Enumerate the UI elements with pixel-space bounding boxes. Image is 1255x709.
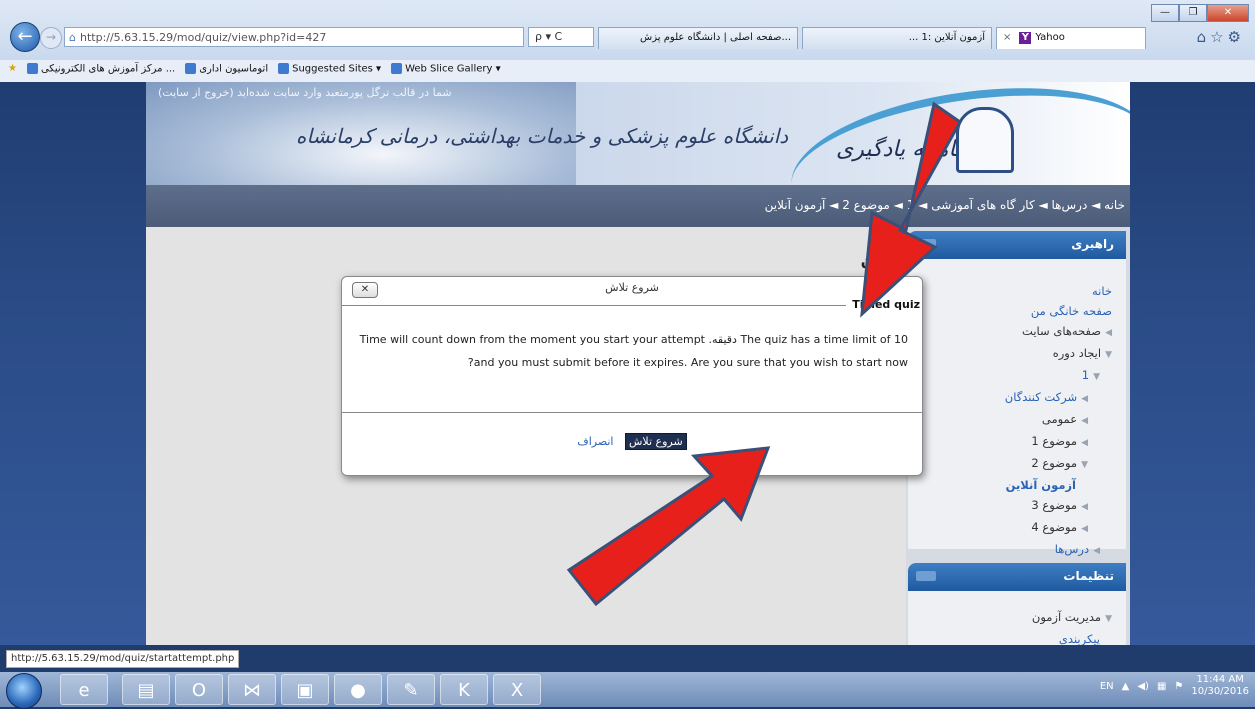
- media-icon[interactable]: ▣: [281, 674, 329, 705]
- kaspersky-icon[interactable]: K: [440, 674, 488, 705]
- language-indicator[interactable]: EN: [1100, 681, 1114, 692]
- show-hidden-icons-icon[interactable]: ▲: [1122, 681, 1130, 692]
- visual-studio-icon[interactable]: ⋈: [228, 674, 276, 705]
- ie-icon[interactable]: e: [60, 674, 108, 705]
- clock-date: 10/30/2016: [1191, 686, 1249, 697]
- annotation-arrows: [566, 101, 962, 607]
- volume-icon[interactable]: ◀): [1137, 681, 1149, 692]
- excel-icon[interactable]: X: [493, 674, 541, 705]
- system-tray: EN ▲ ◀) ▦ ⚑ 11:44 AM 10/30/2016: [1100, 674, 1249, 698]
- network-icon[interactable]: ▦: [1157, 681, 1166, 692]
- arrow-pointing-to-start-button: [566, 446, 771, 607]
- firefox-icon[interactable]: ●: [334, 674, 382, 705]
- taskbar: e ▤ O ⋈ ▣ ● ✎ K X EN ▲ ◀) ▦ ⚑ 11:44 AM 1…: [0, 672, 1255, 709]
- clock[interactable]: 11:44 AM 10/30/2016: [1191, 674, 1249, 698]
- clock-time: 11:44 AM: [1196, 674, 1244, 685]
- action-center-icon[interactable]: ⚑: [1174, 681, 1183, 692]
- outlook-icon[interactable]: O: [175, 674, 223, 705]
- paint-icon[interactable]: ✎: [387, 674, 435, 705]
- arrow-pointing-to-legend: [860, 101, 962, 318]
- file-explorer-icon[interactable]: ▤: [122, 674, 170, 705]
- start-button[interactable]: [6, 673, 42, 709]
